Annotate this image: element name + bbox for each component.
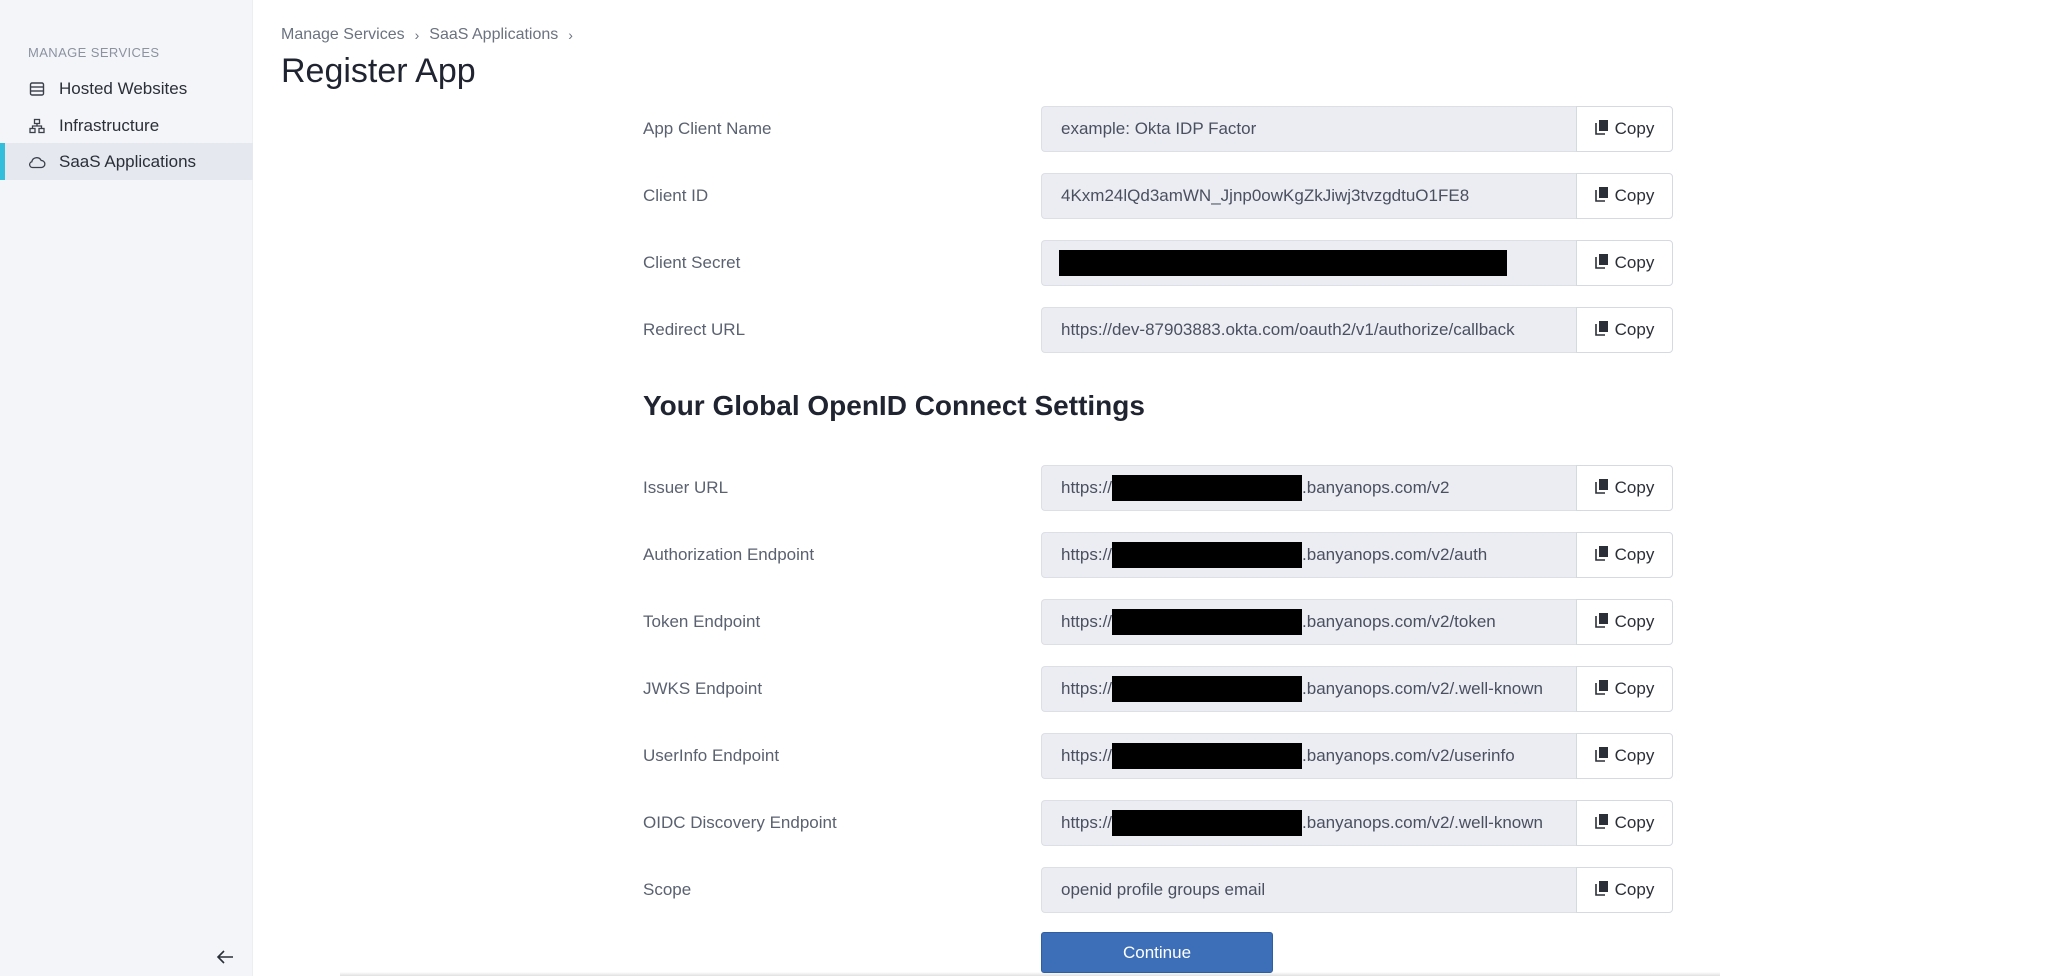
- field-label: Client ID: [643, 186, 709, 205]
- chevron-right-icon: ›: [414, 27, 420, 43]
- copy-button[interactable]: Copy: [1576, 240, 1673, 286]
- jwks-endpoint-field[interactable]: https://.banyanops.com/v2/.well-known: [1041, 666, 1576, 712]
- redacted-value: [1112, 609, 1303, 635]
- authorization-endpoint-field[interactable]: https://.banyanops.com/v2/auth: [1041, 532, 1576, 578]
- authorization-endpoint-row: Authorization Endpoint https://.banyanop…: [643, 532, 1673, 578]
- sidebar-heading: MANAGE SERVICES: [28, 45, 160, 60]
- copy-button[interactable]: Copy: [1576, 733, 1673, 779]
- app-client-name-field[interactable]: example: Okta IDP Factor: [1041, 106, 1576, 152]
- copy-icon: [1594, 478, 1609, 499]
- redacted-value: [1112, 475, 1303, 501]
- sidebar-item-label: Hosted Websites: [59, 78, 188, 98]
- network-icon: [28, 117, 46, 135]
- copy-button[interactable]: Copy: [1576, 307, 1673, 353]
- field-label: Token Endpoint: [643, 612, 761, 631]
- client-id-field[interactable]: 4Kxm24lQd3amWN_Jjnp0owKgZkJiwj3tvzgdtuO1…: [1041, 173, 1576, 219]
- copy-button[interactable]: Copy: [1576, 106, 1673, 152]
- sidebar-item-saas-applications[interactable]: SaaS Applications: [0, 143, 253, 180]
- redacted-value: [1059, 250, 1507, 276]
- copy-button[interactable]: Copy: [1576, 173, 1673, 219]
- copy-icon: [1594, 880, 1609, 901]
- copy-icon: [1594, 545, 1609, 566]
- client-secret-field[interactable]: [1041, 240, 1576, 286]
- field-label: Redirect URL: [643, 320, 746, 339]
- field-label: App Client Name: [643, 119, 772, 138]
- redacted-value: [1112, 542, 1303, 568]
- oidc-discovery-endpoint-row: OIDC Discovery Endpoint https://.banyano…: [643, 800, 1673, 846]
- token-endpoint-field[interactable]: https://.banyanops.com/v2/token: [1041, 599, 1576, 645]
- arrow-left-icon: [216, 949, 234, 970]
- copy-icon: [1594, 679, 1609, 700]
- cloud-icon: [28, 153, 46, 171]
- field-label: UserInfo Endpoint: [643, 746, 780, 765]
- breadcrumb: Manage Services › SaaS Applications ›: [281, 26, 573, 44]
- copy-button[interactable]: Copy: [1576, 800, 1673, 846]
- oidc-discovery-endpoint-field[interactable]: https://.banyanops.com/v2/.well-known: [1041, 800, 1576, 846]
- collapse-sidebar-button[interactable]: [214, 948, 236, 970]
- field-label: OIDC Discovery Endpoint: [643, 813, 837, 832]
- userinfo-endpoint-row: UserInfo Endpoint https://.banyanops.com…: [643, 733, 1673, 779]
- copy-icon: [1594, 186, 1609, 207]
- scope-field[interactable]: openid profile groups email: [1041, 867, 1576, 913]
- scope-row: Scope openid profile groups email Copy: [643, 867, 1673, 913]
- redirect-url-field[interactable]: https://dev-87903883.okta.com/oauth2/v1/…: [1041, 307, 1576, 353]
- copy-button[interactable]: Copy: [1576, 599, 1673, 645]
- token-endpoint-row: Token Endpoint https://.banyanops.com/v2…: [643, 599, 1673, 645]
- copy-button[interactable]: Copy: [1576, 867, 1673, 913]
- sidebar-item-label: Infrastructure: [59, 115, 160, 135]
- copy-icon: [1594, 320, 1609, 341]
- copy-icon: [1594, 746, 1609, 767]
- sidebar-item-infrastructure[interactable]: Infrastructure: [0, 107, 253, 144]
- continue-button[interactable]: Continue: [1041, 932, 1273, 973]
- copy-button[interactable]: Copy: [1576, 465, 1673, 511]
- redacted-value: [1112, 810, 1303, 836]
- issuer-url-row: Issuer URL https://.banyanops.com/v2 Cop…: [643, 465, 1673, 511]
- breadcrumb-manage-services[interactable]: Manage Services: [281, 26, 405, 44]
- sidebar-item-label: SaaS Applications: [59, 151, 197, 171]
- redacted-value: [1112, 743, 1303, 769]
- field-label: Issuer URL: [643, 478, 729, 497]
- sidebar: MANAGE SERVICES Hosted Websites Infrastr…: [0, 0, 253, 976]
- copy-icon: [1594, 813, 1609, 834]
- breadcrumb-saas-applications[interactable]: SaaS Applications: [429, 26, 558, 44]
- client-id-row: Client ID 4Kxm24lQd3amWN_Jjnp0owKgZkJiwj…: [643, 173, 1673, 219]
- jwks-endpoint-row: JWKS Endpoint https://.banyanops.com/v2/…: [643, 666, 1673, 712]
- redacted-value: [1112, 676, 1303, 702]
- bottom-shadow: [340, 972, 1720, 976]
- chevron-right-icon: ›: [568, 27, 573, 43]
- copy-icon: [1594, 119, 1609, 140]
- server-icon: [28, 80, 46, 98]
- page-title: Register App: [281, 52, 476, 90]
- client-secret-row: Client Secret Copy: [643, 240, 1673, 286]
- copy-icon: [1594, 612, 1609, 633]
- field-label: Authorization Endpoint: [643, 545, 815, 564]
- sidebar-item-hosted-websites[interactable]: Hosted Websites: [0, 70, 253, 107]
- issuer-url-field[interactable]: https://.banyanops.com/v2: [1041, 465, 1576, 511]
- app-client-name-row: App Client Name example: Okta IDP Factor…: [643, 106, 1673, 152]
- copy-button[interactable]: Copy: [1576, 532, 1673, 578]
- redirect-url-row: Redirect URL https://dev-87903883.okta.c…: [643, 307, 1673, 353]
- userinfo-endpoint-field[interactable]: https://.banyanops.com/v2/userinfo: [1041, 733, 1576, 779]
- field-label: Client Secret: [643, 253, 741, 272]
- copy-button[interactable]: Copy: [1576, 666, 1673, 712]
- copy-icon: [1594, 253, 1609, 274]
- section-title: Your Global OpenID Connect Settings: [643, 390, 1145, 421]
- field-label: JWKS Endpoint: [643, 679, 763, 698]
- field-label: Scope: [643, 880, 692, 899]
